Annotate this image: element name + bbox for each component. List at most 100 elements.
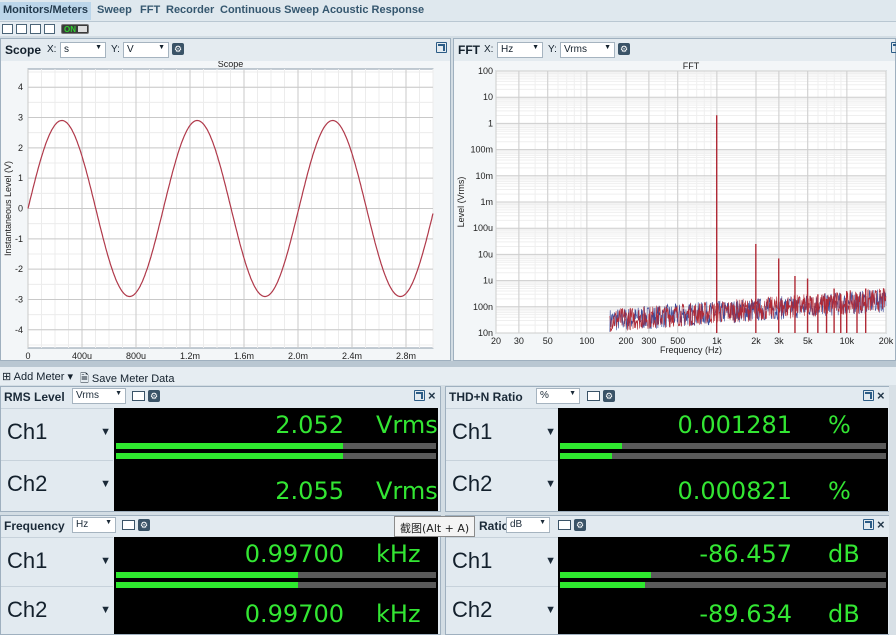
y-tick-label: -1 (15, 234, 23, 244)
close-icon[interactable]: × (877, 388, 885, 403)
meter-unit-select[interactable]: Vrms ▼ (72, 388, 126, 404)
settings-gear-icon[interactable]: ⚙ (138, 519, 150, 531)
chevron-down-icon[interactable]: ▼ (100, 478, 111, 490)
ch2-level-bar (560, 453, 886, 459)
y-tick-label: 100n (473, 302, 493, 312)
meter-unit-value: Hz (76, 519, 89, 530)
popout-icon[interactable] (863, 519, 874, 530)
popout-icon[interactable] (436, 42, 447, 53)
x-tick-label: 2k (751, 336, 761, 346)
tab-monitors-meters[interactable]: Monitors/Meters (0, 2, 91, 20)
meter-display-icon[interactable] (587, 391, 600, 401)
ch1-level-bar (116, 443, 436, 449)
settings-gear-icon[interactable]: ⚙ (618, 43, 630, 55)
ch2-level-bar (116, 453, 436, 459)
chevron-down-icon[interactable]: ▼ (100, 426, 111, 438)
ch2-unit: % (828, 477, 851, 505)
meter-title: RMS Level (4, 390, 65, 404)
fft-chart: 20 30 50 100 200 300 500 1k 2k 3k 5k 10k 20k10010110… (456, 61, 894, 355)
tab-bar: Monitors/Meters Sweep FFT Recorder Conti… (0, 0, 896, 22)
x-tick-label: 2.0m (288, 351, 308, 361)
meter-unit-select[interactable]: % ▼ (536, 388, 580, 404)
meter-header: THD+N Ratio % ▼ ⚙ × (446, 387, 889, 407)
settings-gear-icon[interactable]: ⚙ (574, 519, 586, 531)
ch1-unit: dB (828, 540, 860, 568)
y-tick-label: -3 (15, 294, 23, 304)
x-tick-label: 200 (618, 336, 633, 346)
tab-acoustic-response[interactable]: Acoustic Response (322, 4, 424, 16)
fft-y-unit: Vrms (564, 44, 587, 55)
x-tick-label: 1.2m (180, 351, 200, 361)
ch1-unit: Vrms (376, 411, 438, 439)
channel-row-ch1: Ch1 ▼ (446, 408, 558, 460)
chevron-down-icon[interactable]: ▼ (100, 604, 111, 616)
channel-label: Ch2 (452, 597, 493, 622)
ch1-level-fill (560, 443, 622, 449)
scope-panel: Scope X: s ▼ Y: V ▼ ⚙ 0 400u 800u 1.2m 1.6m 2.0… (0, 38, 451, 361)
y-tick-label: 1 (18, 173, 23, 183)
tab-sweep[interactable]: Sweep (97, 4, 132, 16)
y-tick-label: -2 (15, 264, 23, 274)
meter-unit-select[interactable]: Hz ▼ (72, 517, 116, 533)
plus-icon: ⊞ (2, 371, 12, 383)
fft-x-unit: Hz (501, 44, 514, 55)
chevron-down-icon[interactable]: ▼ (545, 555, 556, 567)
meter-header: Frequency Hz▼ ⚙ × (1, 516, 440, 536)
close-icon[interactable]: × (428, 388, 436, 403)
meter-display-icon[interactable] (558, 520, 571, 530)
chevron-down-icon[interactable]: ▼ (545, 478, 556, 490)
signal-icon[interactable] (44, 24, 55, 34)
y-tick-label: 100u (473, 223, 493, 233)
y-tick-label: 10m (475, 171, 493, 181)
toolbar: ON (0, 22, 896, 36)
ch2-level-bar (116, 582, 436, 588)
x-tick-label: 800u (126, 351, 146, 361)
routing-icon[interactable] (2, 24, 13, 34)
chevron-down-icon[interactable]: ▼ (100, 555, 111, 567)
fft-y-label: Y: (548, 44, 557, 55)
scope-x-unit-select[interactable]: s ▼ (60, 42, 106, 58)
fft-x-unit-select[interactable]: Hz ▼ (497, 42, 543, 58)
vertical-scrollbar[interactable] (889, 385, 896, 635)
meter-display-icon[interactable] (132, 391, 145, 401)
tab-fft[interactable]: FFT (140, 4, 160, 16)
ch1-value: 0.99700 (244, 540, 344, 568)
x-tick-label: 2.4m (342, 351, 362, 361)
settings-gear-icon[interactable]: ⚙ (148, 390, 160, 402)
popout-icon[interactable] (891, 42, 896, 53)
channel-row-ch2: Ch2 ▼ (1, 586, 113, 635)
fft-y-unit-select[interactable]: Vrms ▼ (560, 42, 615, 58)
chevron-down-icon: ▼ (105, 519, 112, 526)
meter-display-icon[interactable] (122, 520, 135, 530)
meter-display: 0.001281 % 0.000821 % (558, 408, 888, 511)
ch2-level-fill (116, 453, 344, 459)
y-tick-label: 1u (483, 276, 493, 286)
waveform-icon[interactable] (16, 24, 27, 34)
settings-gear-icon[interactable]: ⚙ (172, 43, 184, 55)
chevron-down-icon[interactable]: ▼ (545, 604, 556, 616)
scope-chart: 0 400u 800u 1.2m 1.6m 2.0m 2.4m 2.8m 4 3 2 1 0 -1 -2 -3… (3, 61, 434, 361)
settings-gear-icon[interactable]: ⚙ (603, 390, 615, 402)
ch1-value: -86.457 (699, 540, 792, 568)
popout-icon[interactable] (414, 390, 425, 401)
ch1-level-fill (560, 572, 652, 578)
freq-meter-panel: Frequency Hz▼ ⚙ × Ch1 ▼ Ch2 ▼ 0.99700 kH… (0, 515, 441, 635)
screenshot-tooltip: 截图(Alt + A) (394, 516, 476, 537)
close-icon[interactable]: × (877, 517, 885, 532)
y-tick-label: 100 (478, 66, 493, 76)
fft-header: FFT X: Hz ▼ Y: Vrms ▼ ⚙ (454, 39, 896, 61)
add-meter-button[interactable]: ⊞ Add Meter ▾ (2, 370, 73, 383)
tab-continuous-sweep[interactable]: Continuous Sweep (220, 4, 319, 16)
scope-y-unit-select[interactable]: V ▼ (123, 42, 169, 58)
popout-icon[interactable] (863, 390, 874, 401)
save-icon: 🗎 (80, 373, 89, 385)
ch2-value: 0.000821 (677, 477, 792, 505)
meter-unit-select[interactable]: dB ▼ (506, 517, 550, 533)
chevron-down-icon: ▼ (539, 519, 546, 526)
tab-recorder[interactable]: Recorder (166, 4, 214, 16)
chart-title: Scope (218, 61, 244, 69)
generator-on-toggle[interactable]: ON (61, 24, 89, 34)
bluetooth-icon[interactable] (30, 24, 41, 34)
chevron-down-icon[interactable]: ▼ (545, 426, 556, 438)
meter-display: 0.99700 kHz 0.99700 kHz (114, 537, 438, 634)
